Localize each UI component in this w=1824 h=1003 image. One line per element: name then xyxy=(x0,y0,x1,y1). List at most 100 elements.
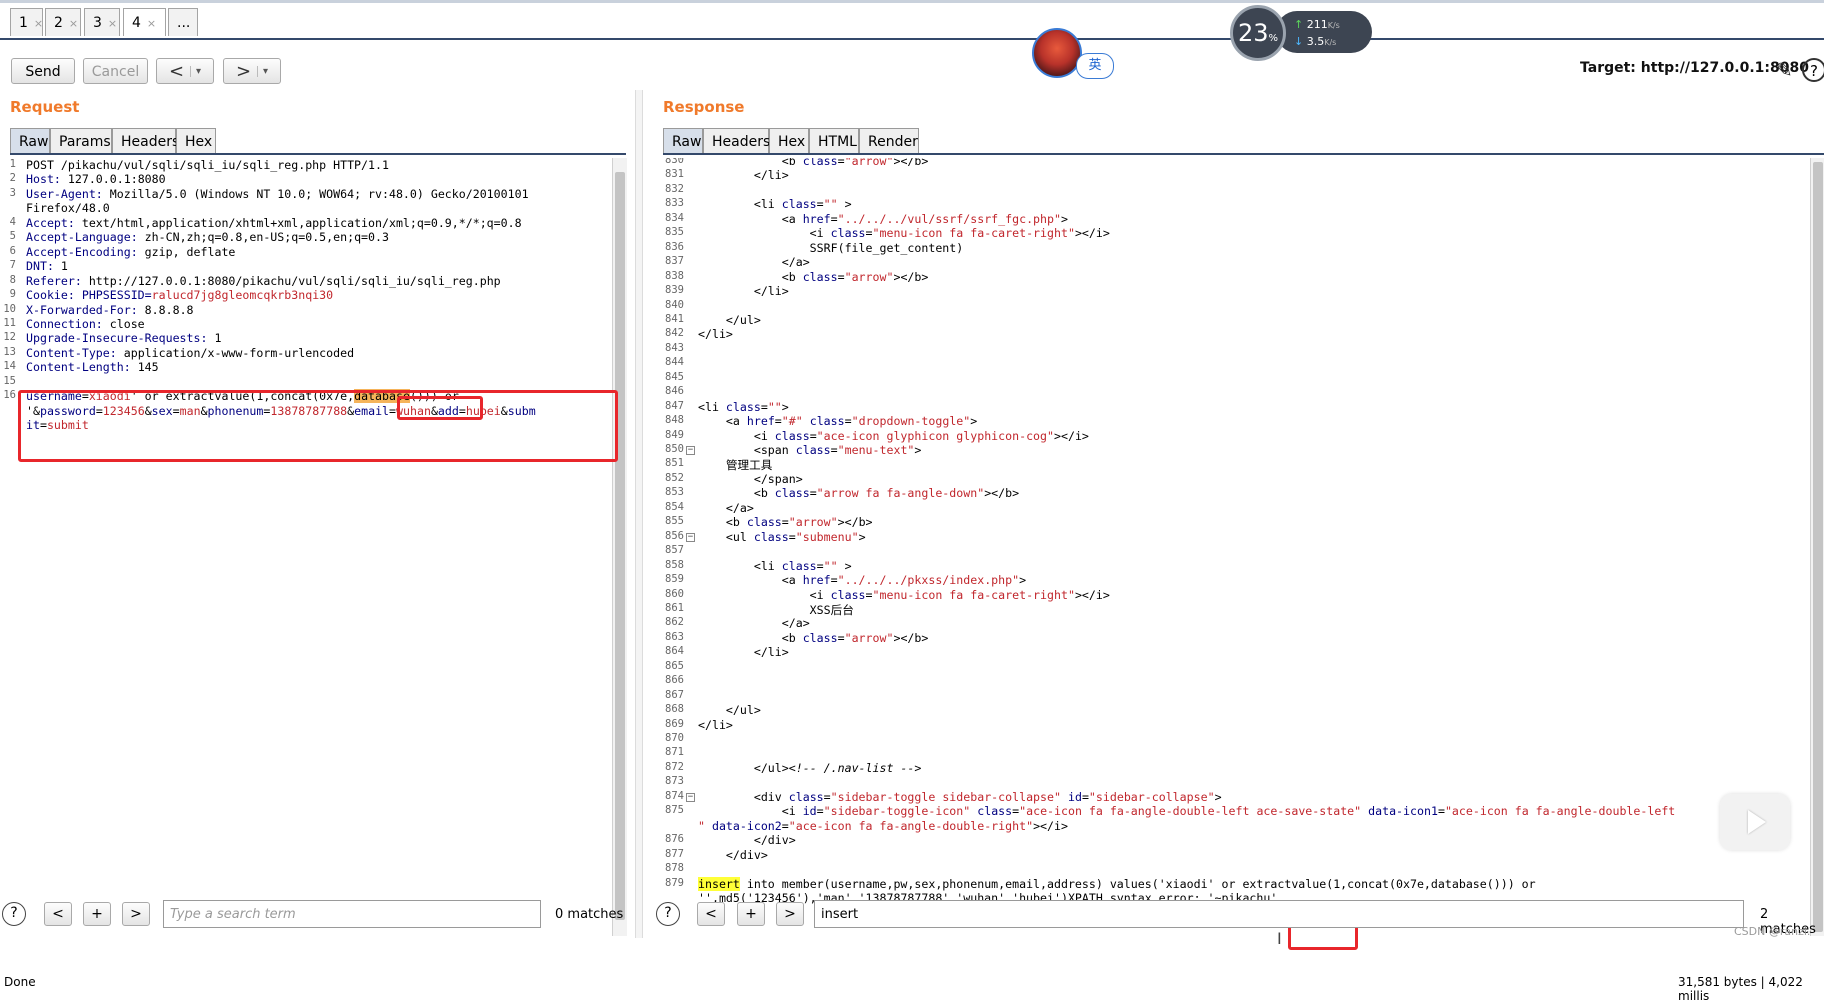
cancel-button[interactable]: Cancel xyxy=(83,58,148,84)
cpu-percent-ring: 23% xyxy=(1230,5,1286,61)
code-line: <b class="arrow"></b> xyxy=(698,630,929,645)
code-token: = xyxy=(1081,789,1089,804)
response-search-help-icon[interactable]: ? xyxy=(656,902,680,926)
request-search-add-button[interactable]: + xyxy=(83,902,111,926)
line-number: 875 xyxy=(665,804,684,817)
dropdown-arrow-icon[interactable]: ▾ xyxy=(190,66,202,77)
pencil-icon[interactable]: ✎ xyxy=(1776,58,1793,82)
code-token: <i xyxy=(698,587,831,602)
close-icon[interactable]: × xyxy=(147,17,156,30)
code-token: = xyxy=(830,443,838,457)
response-raw-editor[interactable]: 830 <b class="arrow"></b> 831 </li> 832 833… xyxy=(660,158,1820,940)
response-search-next-button[interactable]: > xyxy=(776,902,804,926)
request-search-prev-button[interactable]: < xyxy=(44,902,72,926)
code-token: = xyxy=(788,529,796,544)
code-token: "sidebar-collapse" xyxy=(1088,789,1215,804)
code-token: <ul xyxy=(698,529,754,544)
code-token: sex xyxy=(151,403,173,418)
code-token: X-Forwarded-For: xyxy=(26,302,145,317)
code-token: class xyxy=(802,158,838,168)
code-token: = xyxy=(774,414,782,429)
back-button[interactable]: < ▾ xyxy=(156,58,214,84)
code-token: > xyxy=(837,197,852,212)
response-tab-raw[interactable]: Raw xyxy=(663,128,703,154)
code-token: > xyxy=(858,529,866,544)
tab-4[interactable]: 4 × xyxy=(123,8,166,36)
tab-2[interactable]: 2 × xyxy=(45,8,81,36)
code-token: Accept-Language: xyxy=(26,230,145,245)
code-token: <b xyxy=(698,486,775,501)
code-token: "../../../vul/ssrf/ssrf_fgc.php" xyxy=(837,211,1061,226)
code-line: insert into member(username,pw,sex,phone… xyxy=(698,876,1536,891)
tab-label: 2 xyxy=(54,15,63,31)
request-tab-raw[interactable]: Raw xyxy=(10,128,50,154)
tab-3[interactable]: 3 × xyxy=(84,8,120,36)
request-tab-headers[interactable]: Headers xyxy=(112,128,179,154)
request-search-help-icon[interactable]: ? xyxy=(2,902,26,926)
code-token: data-icon2 xyxy=(711,818,782,833)
code-token: href xyxy=(802,573,831,588)
target-host-label[interactable]: Target: http://127.0.0.1:8080 xyxy=(1580,60,1809,76)
dropdown-arrow-icon[interactable]: ▾ xyxy=(257,66,269,77)
line-number: 840 xyxy=(665,298,684,311)
close-icon[interactable]: × xyxy=(34,17,43,30)
code-token: </ul> xyxy=(698,703,761,718)
response-tab-headers[interactable]: Headers xyxy=(703,128,770,154)
response-search-prev-button[interactable]: < xyxy=(697,902,725,926)
request-scrollbar-thumb[interactable] xyxy=(615,172,625,920)
ime-language-badge[interactable]: 英 xyxy=(1076,53,1114,79)
response-scrollbar[interactable] xyxy=(1810,158,1824,936)
line-number: 8 xyxy=(9,273,16,286)
forward-button[interactable]: > ▾ xyxy=(223,58,281,84)
code-token: <li xyxy=(698,197,782,212)
code-token: > xyxy=(1214,789,1222,804)
code-token: <b xyxy=(698,630,803,645)
code-token: 145 xyxy=(137,360,159,375)
code-line: </li> xyxy=(698,718,733,732)
code-token: "submenu" xyxy=(795,529,859,544)
code-token: "arrow fa fa-angle-down" xyxy=(816,486,985,501)
fold-toggle-icon[interactable]: − xyxy=(686,446,695,455)
code-token: > xyxy=(970,414,978,429)
tab-more[interactable]: ... xyxy=(168,8,198,36)
response-tab-hex[interactable]: Hex xyxy=(769,128,809,154)
line-number: 837 xyxy=(665,255,684,268)
request-search-input[interactable] xyxy=(163,900,541,928)
close-icon[interactable]: × xyxy=(108,17,117,30)
code-token: </li> xyxy=(698,717,733,732)
video-play-icon[interactable] xyxy=(1720,794,1790,850)
response-tab-render[interactable]: Render xyxy=(859,128,919,154)
response-scrollbar-thumb[interactable] xyxy=(1813,162,1823,932)
code-token: xiaodi xyxy=(88,389,131,404)
line-number: 9 xyxy=(9,288,16,301)
code-token: "sidebar-toggle-icon" xyxy=(823,804,971,819)
response-tab-html[interactable]: HTML xyxy=(809,128,859,154)
code-token: ></b> xyxy=(984,486,1020,501)
request-tab-hex[interactable]: Hex xyxy=(176,128,216,154)
code-token: ></i> xyxy=(1074,226,1110,241)
code-token: = xyxy=(830,573,838,588)
request-scrollbar[interactable] xyxy=(612,158,627,936)
request-raw-editor[interactable]: 1 POST /pikachu/vul/sqli/sqli_iu/sqli_reg… xyxy=(0,158,612,940)
response-search-input[interactable] xyxy=(814,900,1744,928)
request-tab-params[interactable]: Params xyxy=(50,128,112,154)
request-search-next-button[interactable]: > xyxy=(122,902,150,926)
code-token: = xyxy=(830,211,838,226)
fold-toggle-icon[interactable]: − xyxy=(686,532,695,542)
code-token: ></i> xyxy=(1074,587,1110,602)
response-search-add-button[interactable]: + xyxy=(737,902,765,926)
code-token: = xyxy=(389,403,397,418)
status-text: Done xyxy=(4,975,36,989)
fold-toggle-icon[interactable]: − xyxy=(686,792,695,802)
send-button[interactable]: Send xyxy=(11,58,75,84)
line-number: 863 xyxy=(665,630,684,643)
code-token: it xyxy=(26,418,40,433)
panel-splitter[interactable] xyxy=(635,90,643,938)
close-icon[interactable]: × xyxy=(69,17,78,30)
code-line: Cookie: PHPSESSID=ralucd7jg8gleomcqkrb3n… xyxy=(26,288,333,302)
line-number: 13 xyxy=(3,345,16,358)
code-token: class xyxy=(830,587,866,602)
tab-1[interactable]: 1 × xyxy=(10,8,43,36)
help-icon[interactable]: ? xyxy=(1802,58,1824,82)
